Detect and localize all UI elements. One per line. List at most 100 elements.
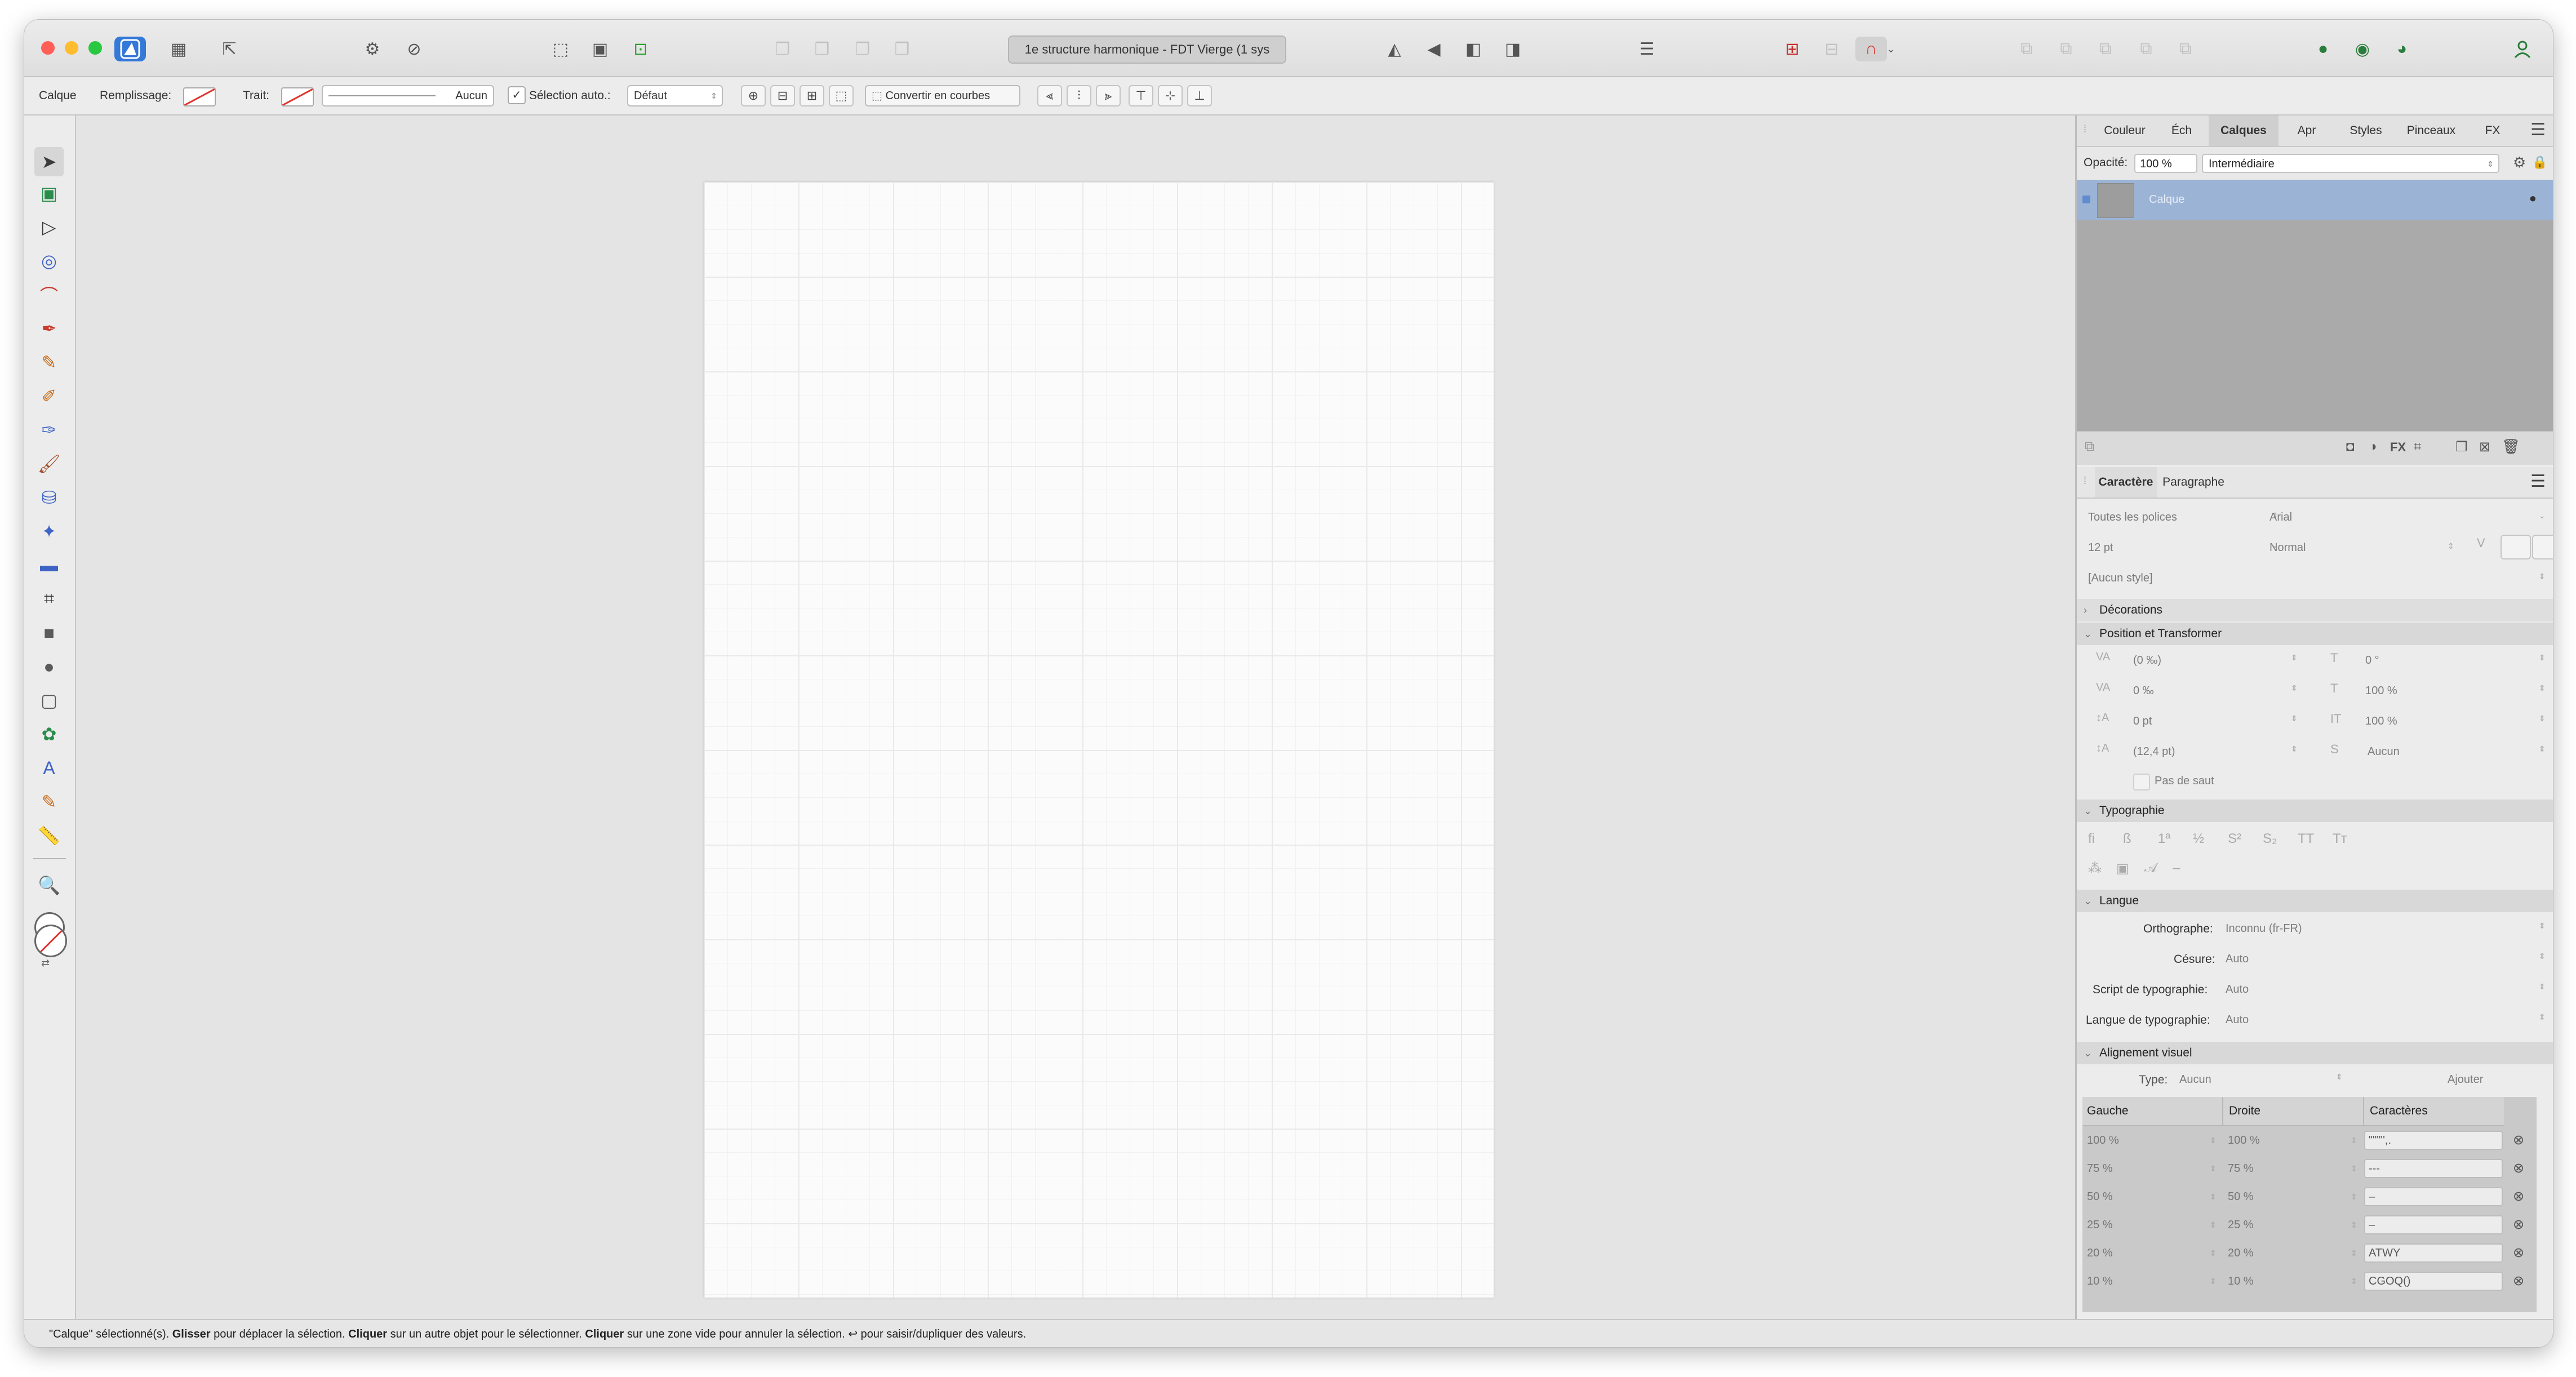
- flip-vertical-icon[interactable]: ◀: [1418, 37, 1450, 61]
- tab-paragraphe[interactable]: Paragraphe: [2157, 467, 2230, 498]
- ellipse-tool-icon[interactable]: ●: [34, 652, 64, 681]
- remove-row-icon[interactable]: ⊗: [2513, 1126, 2524, 1154]
- stroke-width-control[interactable]: Aucun: [322, 85, 494, 106]
- mask-layer-icon[interactable]: ◘: [2346, 439, 2355, 455]
- fill-tool-icon[interactable]: ✑: [34, 415, 64, 445]
- va-left-value[interactable]: 20 %: [2087, 1239, 2113, 1267]
- panel-menu-icon[interactable]: ☰: [2530, 120, 2546, 140]
- auto-select-checkbox[interactable]: ✓: [508, 86, 526, 104]
- va-chars-field[interactable]: CGOQ(): [2364, 1272, 2503, 1291]
- va-left-value[interactable]: 100 %: [2087, 1126, 2119, 1154]
- text-fill-swatch[interactable]: [2501, 535, 2531, 559]
- lock-icon[interactable]: 🔒: [2532, 155, 2547, 170]
- char-style-dropdown[interactable]: [Aucun style]: [2088, 568, 2153, 588]
- document-title[interactable]: 1e structure harmonique - FDT Vierge (1 …: [1008, 35, 1286, 64]
- va-add-button[interactable]: Ajouter: [2448, 1070, 2483, 1089]
- snapping-icon[interactable]: ⊡: [625, 37, 656, 61]
- remove-row-icon[interactable]: ⊗: [2513, 1154, 2524, 1183]
- no-break-checkbox[interactable]: [2133, 774, 2150, 790]
- live-filter-icon[interactable]: ⌗: [2414, 439, 2422, 455]
- tab-pinceaux[interactable]: Pinceaux: [2397, 116, 2466, 146]
- opacity-field[interactable]: 100 %: [2134, 154, 2197, 173]
- pencil-tool-icon[interactable]: ✎: [34, 348, 64, 377]
- add-group-icon[interactable]: ⊠: [2479, 439, 2490, 455]
- remove-row-icon[interactable]: ⊗: [2513, 1267, 2524, 1295]
- leading-override-field[interactable]: Aucun: [2368, 742, 2400, 761]
- gradient-tool-icon[interactable]: ✦: [34, 517, 64, 546]
- text-tool-icon[interactable]: A: [34, 753, 64, 783]
- adjustment-layer-icon[interactable]: ◑: [2369, 439, 2377, 455]
- panel-grip-icon[interactable]: ⁞: [2084, 475, 2086, 487]
- place-image-tool-icon[interactable]: ▬: [34, 550, 64, 580]
- zoom-tool-icon[interactable]: 🔍: [34, 870, 64, 900]
- panel-menu-icon[interactable]: ☰: [2530, 472, 2546, 491]
- add-layer-icon[interactable]: ❐: [2455, 439, 2468, 455]
- swap-colors-icon[interactable]: ⇄: [41, 957, 50, 969]
- swash-icon[interactable]: 𝒜: [2144, 860, 2157, 876]
- minimize-window-button[interactable]: [65, 41, 78, 55]
- small-caps-icon[interactable]: Tт: [2333, 831, 2347, 847]
- color-picker-icon[interactable]: ◕: [2386, 37, 2418, 61]
- auto-select-dropdown[interactable]: Défaut ⇕: [627, 85, 723, 106]
- va-type-dropdown[interactable]: Aucun: [2179, 1070, 2211, 1089]
- baseline-field[interactable]: 0 pt: [2133, 712, 2152, 731]
- boolean-xor-icon[interactable]: ⧉: [2130, 37, 2162, 61]
- point-transform-tool-icon[interactable]: ◎: [34, 246, 64, 276]
- tab-styles[interactable]: Styles: [2335, 116, 2397, 146]
- pen-tool-icon[interactable]: ✒: [34, 314, 64, 343]
- distribute-icon[interactable]: ⬚: [829, 85, 854, 106]
- layer-expand-icon[interactable]: [2082, 196, 2090, 203]
- paint-brush-tool-icon[interactable]: 🖌: [34, 449, 64, 478]
- section-position[interactable]: ⌄ Position et Transformer: [2077, 623, 2553, 645]
- vertical-scale-field[interactable]: 100 %: [2365, 681, 2397, 700]
- corner-tool-icon[interactable]: ⌒: [34, 280, 64, 309]
- artboard-tool-icon[interactable]: ▣: [34, 179, 64, 208]
- ordinals-icon[interactable]: 1ª: [2158, 831, 2170, 847]
- delete-layer-icon[interactable]: 🗑: [2502, 438, 2520, 455]
- studio-icon[interactable]: ◉: [2347, 37, 2378, 61]
- va-right-value[interactable]: 50 %: [2228, 1183, 2254, 1211]
- arrange-front-icon[interactable]: ❐: [886, 37, 918, 61]
- superscript-icon[interactable]: S²: [2228, 831, 2241, 847]
- move-tool-icon[interactable]: ➤: [34, 147, 64, 176]
- boolean-add-icon[interactable]: ⧉: [2011, 37, 2042, 61]
- geometry-add-icon[interactable]: ⊞: [1776, 37, 1808, 61]
- va-chars-field[interactable]: ---: [2364, 1159, 2503, 1178]
- shear-field[interactable]: 0 °: [2365, 651, 2379, 670]
- va-left-value[interactable]: 50 %: [2087, 1183, 2113, 1211]
- space-horizontal-icon[interactable]: ⊞: [800, 85, 824, 106]
- tab-couleur[interactable]: Couleur: [2095, 116, 2155, 146]
- align-center-icon[interactable]: ⫶: [1067, 85, 1091, 106]
- leading-field[interactable]: (12,4 pt): [2133, 742, 2175, 761]
- section-visual-alignment[interactable]: ⌄ Alignement visuel: [2077, 1042, 2553, 1064]
- fill-color-well[interactable]: [34, 925, 67, 957]
- layer-effects-icon[interactable]: ⧉: [2085, 439, 2094, 455]
- space-vertical-icon[interactable]: ⊟: [770, 85, 795, 106]
- boolean-intersect-icon[interactable]: ⧉: [2090, 37, 2121, 61]
- layer-name[interactable]: Calque: [2149, 193, 2184, 206]
- va-left-value[interactable]: 25 %: [2087, 1211, 2113, 1239]
- select-frame-icon[interactable]: ⬚: [545, 37, 576, 61]
- panel-grip-icon[interactable]: ⁞: [2084, 123, 2086, 135]
- spelling-dropdown[interactable]: Inconnu (fr-FR): [2226, 919, 2302, 938]
- tracking-field[interactable]: 0 ‰: [2133, 681, 2154, 700]
- export-persona-icon[interactable]: ⇱: [214, 37, 245, 61]
- font-collection-dropdown[interactable]: Toutes les polices: [2088, 508, 2177, 527]
- font-family-dropdown[interactable]: Arial: [2269, 508, 2292, 527]
- layer-row[interactable]: Calque ●: [2077, 180, 2553, 220]
- align-middle-icon[interactable]: ⊹: [1158, 85, 1183, 106]
- canvas[interactable]: [76, 116, 2075, 1319]
- kerning-field[interactable]: (0 ‰): [2133, 651, 2161, 670]
- va-chars-field[interactable]: –: [2364, 1215, 2503, 1234]
- artboard-page[interactable]: [704, 182, 1494, 1298]
- rectangle-tool-icon[interactable]: ■: [34, 618, 64, 647]
- measure-tool-icon[interactable]: 📏: [34, 821, 64, 850]
- all-caps-icon[interactable]: TT: [2298, 831, 2314, 847]
- typography-script-dropdown[interactable]: Auto: [2226, 980, 2249, 999]
- align-right-icon[interactable]: ⫸: [1096, 85, 1121, 106]
- va-left-value[interactable]: 10 %: [2087, 1267, 2113, 1295]
- section-language[interactable]: ⌄ Langue: [2077, 890, 2553, 912]
- section-decorations[interactable]: › Décorations: [2077, 599, 2553, 621]
- va-right-value[interactable]: 100 %: [2228, 1126, 2260, 1154]
- rotate-left-icon[interactable]: ◧: [1458, 37, 1489, 61]
